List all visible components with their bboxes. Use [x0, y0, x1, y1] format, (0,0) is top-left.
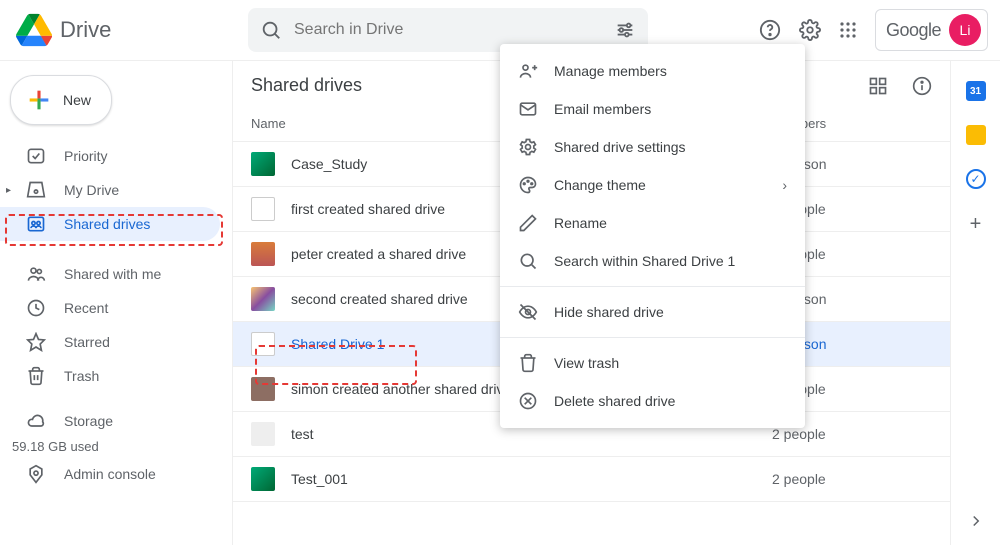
sidebar-item-shared-drives[interactable]: Shared drives	[0, 207, 220, 241]
settings-icon[interactable]	[799, 19, 821, 41]
menu-separator	[500, 286, 805, 287]
drive-icon	[251, 242, 275, 266]
menu-separator	[500, 337, 805, 338]
sidebar: New Priority ▸ My Drive Shared drives Sh…	[0, 60, 232, 545]
shared-with-me-icon	[26, 264, 46, 284]
members-icon	[518, 61, 538, 81]
priority-icon	[26, 146, 46, 166]
sidebar-item-trash[interactable]: Trash	[0, 359, 220, 393]
menu-view-trash[interactable]: View trash	[500, 344, 805, 382]
drive-icon	[251, 197, 275, 221]
sidebar-item-recent[interactable]: Recent	[0, 291, 220, 325]
search-icon	[518, 251, 538, 271]
star-icon	[26, 332, 46, 352]
expand-panel-icon[interactable]	[967, 512, 985, 533]
sidebar-item-starred[interactable]: Starred	[0, 325, 220, 359]
trash-icon	[26, 366, 46, 386]
search-input[interactable]	[294, 21, 614, 39]
recent-icon	[26, 298, 46, 318]
plus-icon	[25, 86, 53, 114]
page-title: Shared drives	[251, 75, 362, 96]
add-addon-icon[interactable]: +	[970, 213, 982, 236]
gear-icon	[518, 137, 538, 157]
right-sidebar: 31 ✓ +	[950, 61, 1000, 545]
chevron-right-icon: ›	[782, 177, 787, 193]
drive-icon	[251, 467, 275, 491]
search-filter-icon[interactable]	[614, 19, 636, 41]
avatar[interactable]: Li	[949, 14, 981, 46]
delete-icon	[518, 391, 538, 411]
sidebar-item-storage[interactable]: Storage	[0, 403, 220, 439]
menu-shared-drive-settings[interactable]: Shared drive settings	[500, 128, 805, 166]
app-name: Drive	[60, 17, 111, 43]
pencil-icon	[518, 213, 538, 233]
sidebar-item-shared-with-me[interactable]: Shared with me	[0, 257, 220, 291]
context-menu: Manage members Email members Shared driv…	[500, 44, 805, 428]
admin-icon	[26, 464, 46, 484]
tasks-icon[interactable]: ✓	[966, 169, 986, 189]
calendar-icon[interactable]: 31	[966, 81, 986, 101]
new-button[interactable]: New	[10, 75, 112, 125]
drive-icon	[251, 287, 275, 311]
menu-hide-shared-drive[interactable]: Hide shared drive	[500, 293, 805, 331]
sidebar-item-priority[interactable]: Priority	[0, 139, 220, 173]
help-icon[interactable]	[759, 19, 781, 41]
trash-icon	[518, 353, 538, 373]
drive-icon	[251, 422, 275, 446]
search-icon	[260, 19, 282, 41]
drive-row[interactable]: Test_0012 people	[233, 456, 950, 502]
my-drive-icon	[26, 180, 46, 200]
new-label: New	[63, 92, 91, 108]
drive-icon	[251, 377, 275, 401]
menu-search-within[interactable]: Search within Shared Drive 1	[500, 242, 805, 280]
menu-manage-members[interactable]: Manage members	[500, 52, 805, 90]
email-icon	[518, 99, 538, 119]
sidebar-item-admin[interactable]: Admin console	[0, 454, 220, 494]
keep-icon[interactable]	[966, 125, 986, 145]
sidebar-item-my-drive[interactable]: ▸ My Drive	[0, 173, 220, 207]
info-icon[interactable]	[912, 76, 932, 96]
logo[interactable]: Drive	[16, 12, 248, 48]
menu-change-theme[interactable]: Change theme›	[500, 166, 805, 204]
hide-icon	[518, 302, 538, 322]
drive-logo-icon	[16, 12, 52, 48]
storage-used-text: 59.18 GB used	[0, 439, 220, 454]
drive-icon	[251, 332, 275, 356]
chevron-right-icon: ▸	[6, 185, 11, 196]
menu-email-members[interactable]: Email members	[500, 90, 805, 128]
menu-delete-shared-drive[interactable]: Delete shared drive	[500, 382, 805, 420]
apps-grid-icon[interactable]	[839, 21, 857, 39]
google-label: Google	[886, 20, 941, 41]
drive-icon	[251, 152, 275, 176]
palette-icon	[518, 175, 538, 195]
grid-view-icon[interactable]	[868, 76, 888, 96]
account-box[interactable]: Google Li	[875, 9, 988, 51]
cloud-icon	[26, 411, 46, 431]
shared-drives-icon	[26, 214, 46, 234]
menu-rename[interactable]: Rename	[500, 204, 805, 242]
